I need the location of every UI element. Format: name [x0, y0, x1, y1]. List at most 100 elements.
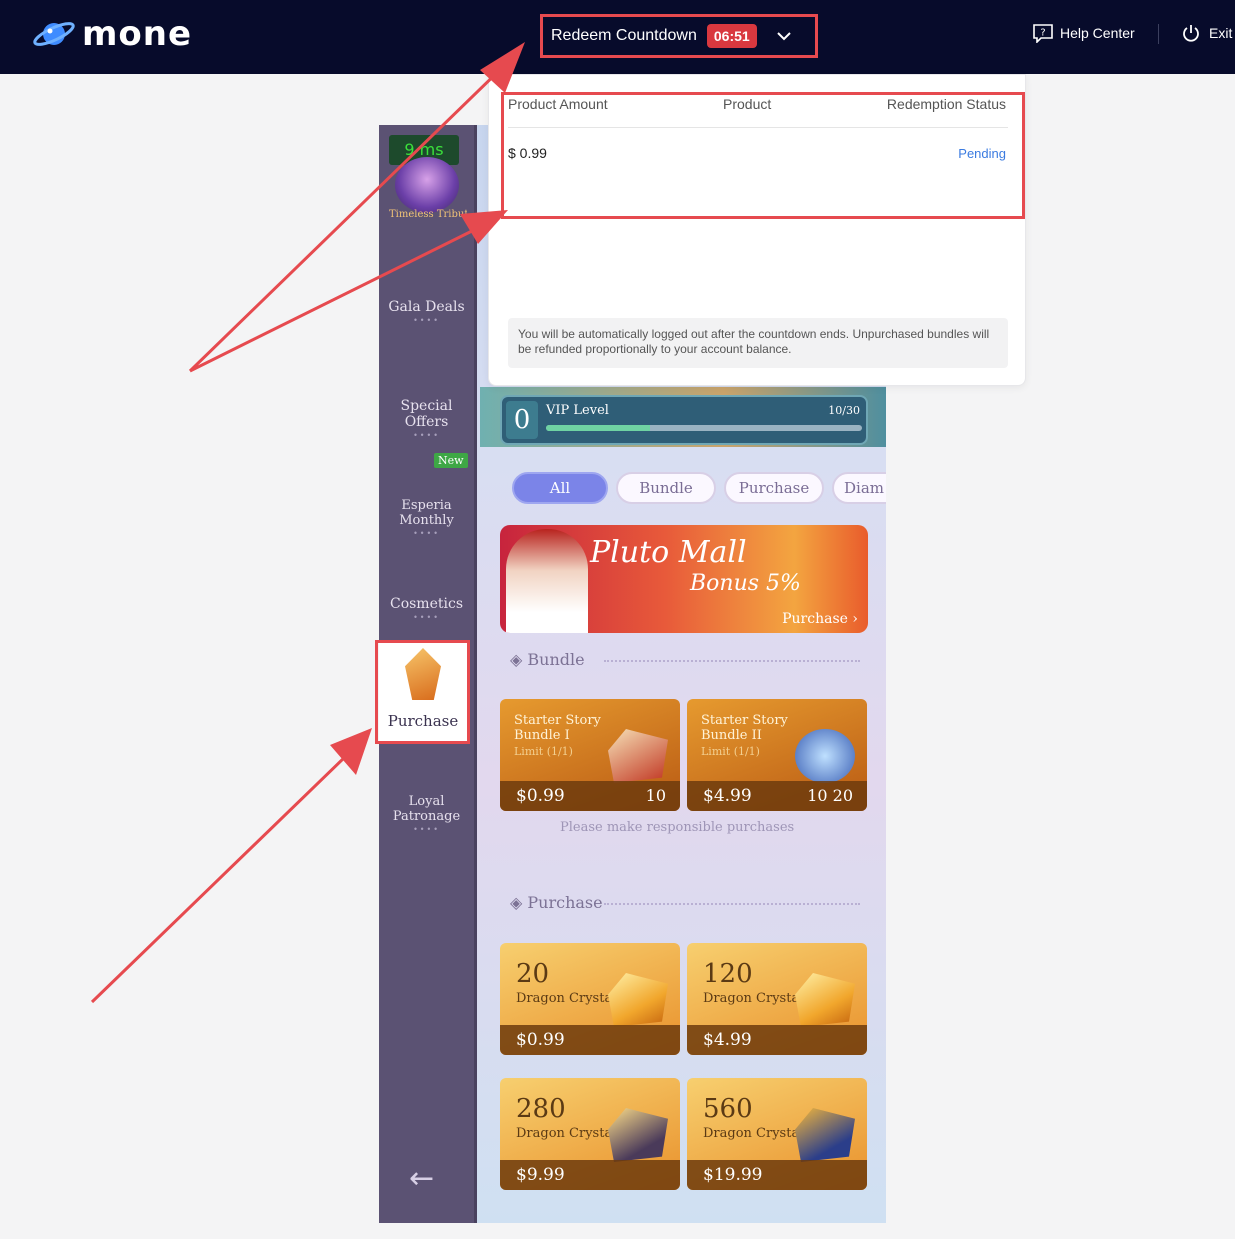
exit-button[interactable]: Exit: [1181, 23, 1232, 43]
crystal-card[interactable]: 560 Dragon Crystals $19.99: [687, 1078, 867, 1190]
crystal-price: $19.99: [687, 1160, 867, 1190]
bundle-section-title: ◈ Bundle: [510, 650, 585, 669]
sidebar-item-special-offers[interactable]: Special Offers ••••: [379, 398, 474, 440]
bundle-card[interactable]: Starter Story Bundle II Limit (1/1) $4.9…: [687, 699, 867, 811]
brand-logo[interactable]: mone: [32, 14, 192, 54]
new-badge: New: [434, 453, 468, 468]
help-center-label: Help Center: [1060, 25, 1135, 41]
sidebar-item-label: Special Offers: [400, 398, 453, 430]
brand-name: mone: [82, 14, 193, 54]
redeem-countdown-dropdown[interactable]: Redeem Countdown 06:51: [542, 16, 816, 56]
sidebar-item-loyal-patronage[interactable]: Loyal Patronage ••••: [379, 794, 474, 834]
screen: mone Redeem Countdown 06:51 ? Help Cente…: [0, 0, 1235, 1239]
countdown-label: Redeem Countdown: [551, 27, 697, 44]
purchase-section-label: Purchase: [527, 893, 603, 912]
crystal-qty: 120: [703, 959, 753, 989]
pluto-mall-banner[interactable]: Pluto Mall Bonus 5% Purchase ›: [500, 525, 868, 633]
crystal-qty: 20: [516, 959, 550, 989]
crystal-art: [795, 1108, 855, 1162]
banner-title: Pluto Mall: [590, 535, 747, 570]
exit-label: Exit: [1209, 25, 1233, 41]
crystal-price: $9.99: [500, 1160, 680, 1190]
bundle-name: Starter Story Bundle I: [514, 713, 601, 743]
vip-progress-fill: [546, 425, 651, 431]
crystal-card[interactable]: 120 Dragon Crystals $4.99: [687, 943, 867, 1055]
arrowhead-purchase: [330, 728, 372, 775]
divider-dots: ••••: [413, 529, 440, 538]
banner-purchase-link[interactable]: Purchase ›: [782, 611, 858, 627]
vip-progress-text: 10/30: [828, 404, 860, 417]
banner-character: [506, 529, 588, 633]
help-icon: ?: [1033, 24, 1053, 43]
crystal-art: [608, 1108, 668, 1162]
banner-cta-label: Purchase: [782, 611, 848, 627]
tab-diamonds[interactable]: Diam: [832, 472, 886, 504]
tab-all[interactable]: All: [512, 472, 608, 504]
sidebar-item-label: Gala Deals: [388, 299, 465, 315]
crystal-unit: Dragon Crystals: [516, 991, 624, 1006]
section-divider: [604, 903, 860, 905]
bundle-section-label: Bundle: [527, 650, 585, 669]
sidebar-item-esperia-monthly[interactable]: Esperia Monthly ••••: [379, 498, 474, 538]
sidebar-item-purchase[interactable]: Purchase: [379, 642, 467, 742]
crystal-card[interactable]: 280 Dragon Crystals $9.99: [500, 1078, 680, 1190]
row-amount: $ 0.99: [508, 145, 547, 161]
bundle-limit: Limit (1/1): [701, 745, 760, 758]
bundle-art: [795, 729, 855, 783]
crystal-unit: Dragon Crystals: [703, 1126, 811, 1141]
crystal-icon: [405, 648, 441, 700]
crystal-qty: 560: [703, 1094, 753, 1124]
bundle-card[interactable]: Starter Story Bundle I Limit (1/1) $0.99…: [500, 699, 680, 811]
top-bar: mone Redeem Countdown 06:51 ? Help Cente…: [0, 0, 1235, 74]
divider-dots: ••••: [413, 316, 440, 325]
sidebar-item-label: Cosmetics: [389, 596, 463, 612]
sidebar-item-gala-deals[interactable]: Gala Deals ••••: [379, 299, 474, 325]
crystal-qty: 280: [516, 1094, 566, 1124]
row-status-pending: Pending: [958, 146, 1006, 161]
sidebar-item-cosmetics[interactable]: Cosmetics ••••: [379, 596, 474, 622]
bundle-limit: Limit (1/1): [514, 745, 573, 758]
col-product-amount: Product Amount: [508, 96, 608, 112]
chevron-down-icon[interactable]: [775, 27, 793, 45]
vip-panel[interactable]: 0 VIP Level 10/30: [500, 395, 868, 445]
purchase-section-title: ◈ Purchase: [510, 893, 603, 912]
arrow-line-to-purchase: [90, 754, 348, 1004]
event-avatar[interactable]: [395, 157, 459, 213]
col-product: Product: [723, 96, 772, 112]
crystal-unit: Dragon Crystals: [703, 991, 811, 1006]
power-icon: [1183, 25, 1199, 42]
tab-purchase[interactable]: Purchase: [724, 472, 824, 504]
back-arrow-icon[interactable]: ←: [409, 1161, 434, 1196]
sidebar-item-label: Esperia Monthly: [399, 498, 454, 528]
divider-dots: ••••: [413, 825, 440, 834]
bundle-extra: 10: [645, 786, 666, 805]
bundle-name: Starter Story Bundle II: [701, 713, 788, 743]
header-divider: [1158, 24, 1159, 44]
bundle-extra: 10 20: [807, 786, 853, 805]
divider-dots: ••••: [413, 431, 440, 440]
store-tabs: All Bundle Purchase Diam: [512, 472, 886, 504]
vip-level-number: 0: [506, 401, 538, 439]
crystal-card[interactable]: 20 Dragon Crystals $0.99: [500, 943, 680, 1055]
logout-notice: You will be automatically logged out aft…: [508, 318, 1008, 368]
vip-level-label: VIP Level: [546, 403, 609, 418]
divider-dots: ••••: [413, 613, 440, 622]
banner-bonus: Bonus 5%: [690, 571, 801, 596]
crystal-price: $4.99: [687, 1025, 867, 1055]
crystal-price: $0.99: [500, 1025, 680, 1055]
help-center-link[interactable]: ? Help Center: [1032, 23, 1135, 43]
bundle-art: [608, 729, 668, 783]
sidebar-item-label: Loyal Patronage: [392, 794, 461, 824]
section-divider: [604, 660, 860, 662]
redemption-popup: Product Amount Product Redemption Status…: [488, 74, 1026, 386]
vip-progress-bar: [546, 425, 862, 431]
crystal-art: [608, 973, 668, 1027]
sidebar-item-label: Purchase: [387, 712, 459, 730]
crystal-unit: Dragon Crystals: [516, 1126, 624, 1141]
planet-logo-icon: [33, 22, 75, 46]
store-sidebar: 9 ms Timeless Tribute Gala Deals •••• Sp…: [379, 125, 477, 1223]
crystal-art: [795, 973, 855, 1027]
tab-bundle[interactable]: Bundle: [616, 472, 716, 504]
countdown-timer-badge: 06:51: [706, 24, 757, 48]
event-avatar-caption: Timeless Tribute: [389, 209, 467, 220]
